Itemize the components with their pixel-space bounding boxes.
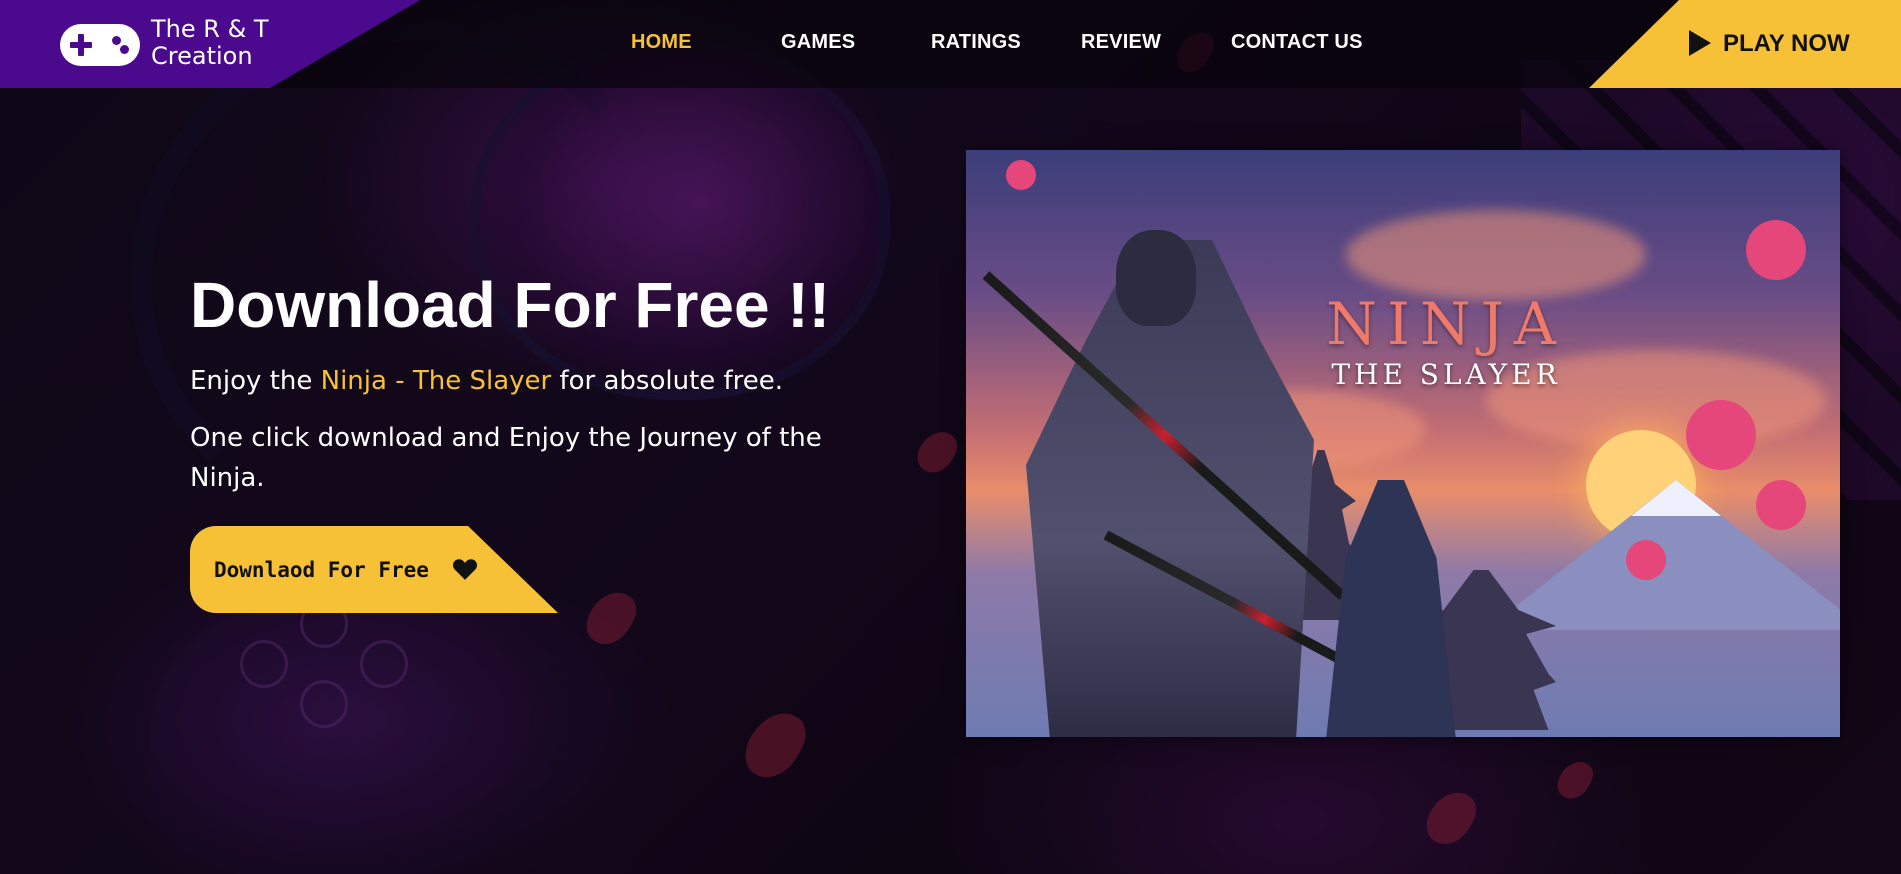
gamepad-icon: [60, 24, 140, 66]
hero-tagline-suffix: for absolute free.: [551, 366, 784, 396]
nav-item-contact-us[interactable]: CONTACT US: [1231, 31, 1363, 54]
nav-item-review[interactable]: REVIEW: [1081, 31, 1161, 54]
hero-tagline-prefix: Enjoy the: [190, 366, 321, 396]
hero-description: One click download and Enjoy the Journey…: [190, 423, 822, 493]
heart-icon: [452, 559, 478, 580]
game-name-highlight: Ninja - The Slayer: [320, 366, 552, 396]
game-cover-title: NINJA: [1326, 290, 1566, 358]
nav-item-games[interactable]: GAMES: [781, 31, 855, 54]
play-now-label: PLAY NOW: [1723, 30, 1850, 57]
play-now-button[interactable]: PLAY NOW: [1589, 0, 1901, 88]
game-cover-image: NINJA THE SLAYER: [966, 150, 1840, 737]
site-header: The R & T Creation HOME GAMES RATINGS RE…: [0, 0, 1901, 88]
brand-name: The R & T Creation: [151, 15, 269, 70]
nav-item-ratings[interactable]: RATINGS: [931, 31, 1021, 54]
download-button-label: Downlaod For Free: [214, 558, 429, 582]
hero-tagline: Enjoy the Ninja - The Slayer for absolut…: [190, 366, 783, 396]
nav-item-home[interactable]: HOME: [631, 31, 692, 54]
brand-home-link[interactable]: The R & T Creation: [0, 0, 420, 88]
game-cover-subtitle: THE SLAYER: [1331, 358, 1561, 391]
play-icon: [1689, 30, 1711, 56]
hero-title: Download For Free !!: [190, 269, 830, 341]
